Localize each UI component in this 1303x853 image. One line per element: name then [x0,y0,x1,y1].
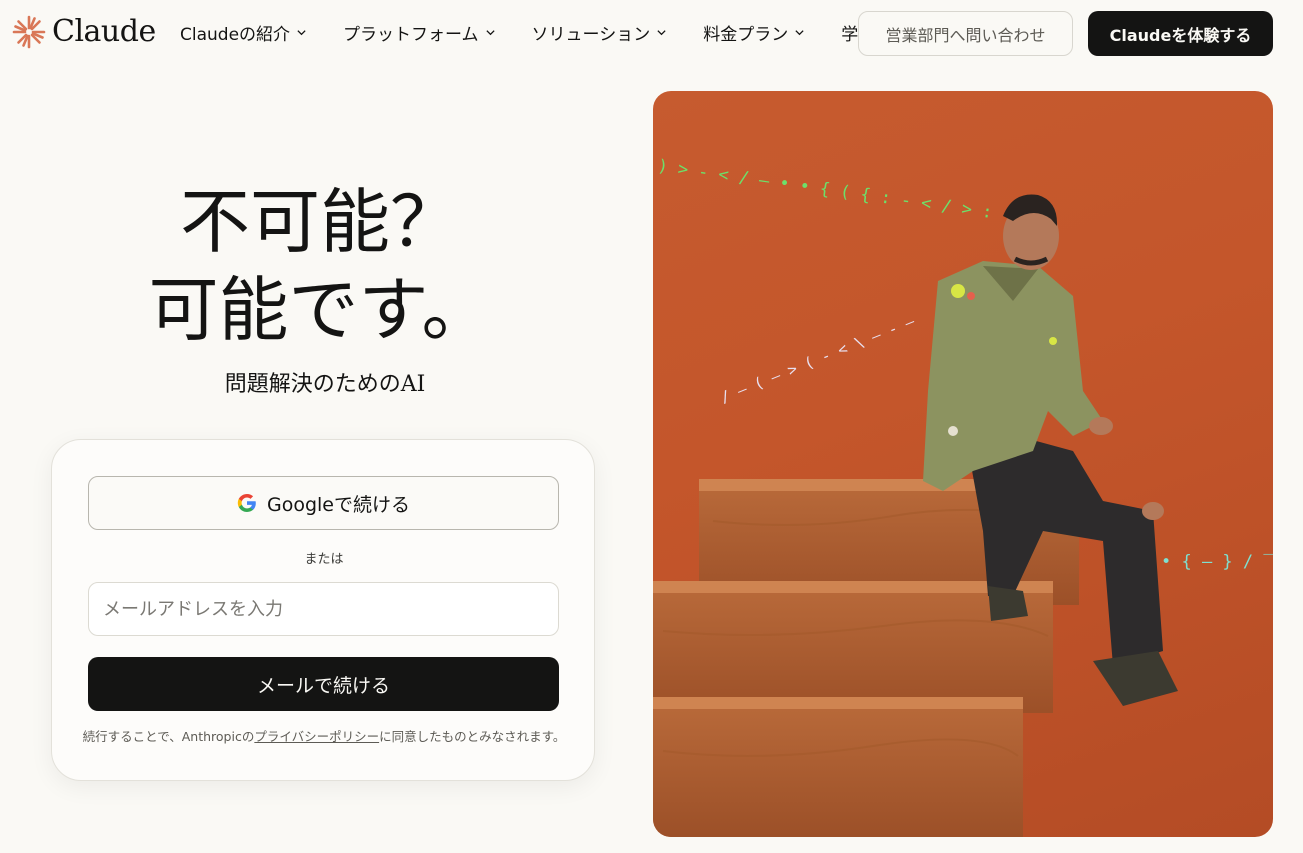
google-button-label: Googleで続ける [266,493,410,516]
chevron-down-icon [795,30,804,36]
hero-title: 不可能？ 可能です。 [60,178,580,354]
nav-item-label: プラットフォーム [343,25,479,45]
terms-notice: 続行することで、Anthropicのプライバシーポリシーに同意したものとみなされ… [52,726,596,745]
nav-item-about[interactable]: Claudeの紹介 [180,20,307,45]
hero-illustration: ) > - < / — • • { ( { : - < / > : - • / … [653,156,1273,837]
chevron-down-icon [485,30,495,36]
claude-spark-icon [12,15,46,48]
login-card: Googleで続ける または メールで続ける 続行することで、Anthropic… [51,439,595,781]
hero-subtitle: 問題解決のためのAI [224,372,426,397]
hero-photo: ) > - < / — • • { ( { : - < / > : - • / … [653,91,1273,837]
code-glyph-trail: ) > - < / — • • { ( { : - < / > : - • [656,156,1034,229]
nav-item-pricing[interactable]: 料金プラン [703,20,805,45]
nav-item-label: ソリューション [531,25,651,45]
google-g-icon [237,494,256,512]
brand-name: Claude [52,14,156,49]
nav-item-label: Claudeの紹介 [180,25,291,45]
or-divider-label: または [304,552,344,567]
chevron-down-icon [657,30,666,36]
nav-item-platform[interactable]: プラットフォーム [343,20,496,45]
google-continue-button[interactable]: Googleで続ける [88,476,559,530]
contact-sales-button[interactable]: 営業部門へ問い合わせ [858,11,1073,56]
hero-title-line-2: 可能です。 [148,269,492,351]
nav-item-label: 料金プラン [703,25,789,45]
chevron-down-icon [297,30,306,36]
privacy-policy-link[interactable]: プライバシーポリシー [254,729,379,744]
try-claude-button[interactable]: Claudeを体験する [1088,11,1273,56]
terms-prefix: 続行することで、Anthropicの [82,729,255,744]
code-glyph-trail: • { — } / ‾ • [1161,552,1273,572]
terms-suffix: に同意したものとみなされます。 [379,729,566,744]
nav-menu: Claudeの紹介 プラットフォーム ソリューション 料金プラン 学習 [180,20,928,45]
email-continue-button[interactable]: メールで続ける [88,657,559,711]
top-nav: Claude Claudeの紹介 プラットフォーム ソリューション 料金プラン … [0,0,1303,68]
code-glyph-trail: / — ( — > ( - < \ — - — [718,312,918,407]
nav-item-solutions[interactable]: ソリューション [532,20,668,45]
claude-logo[interactable]: Claude [12,14,156,49]
email-input[interactable] [88,582,559,636]
hero-title-line-1: 不可能？ [180,181,460,263]
